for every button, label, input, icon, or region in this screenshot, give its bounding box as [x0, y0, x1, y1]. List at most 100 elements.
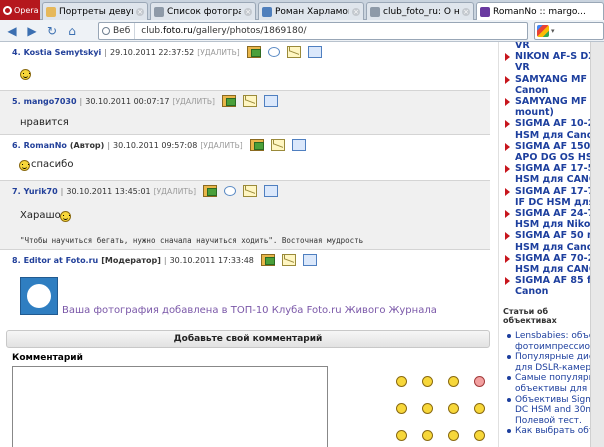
forward-arrow-icon[interactable]: ▶: [24, 23, 40, 39]
comment-number: 5.: [12, 96, 21, 106]
address-web-badge: Веб: [99, 23, 136, 39]
envelope-icon[interactable]: [243, 185, 258, 197]
smile-emoticon-icon: [19, 160, 30, 171]
reply-bubble-icon[interactable]: [267, 47, 280, 57]
message-icon[interactable]: [307, 46, 322, 58]
tab-close-icon[interactable]: ×: [244, 7, 252, 16]
comment-date: 30.10.2011 09:57:08: [113, 140, 198, 150]
message-icon[interactable]: [302, 254, 317, 266]
tab-3[interactable]: Роман Харламов ×: [258, 2, 364, 20]
top10-notice-link[interactable]: Ваша фотография добавлена в ТОП-10 Клуба…: [62, 305, 437, 316]
opera-menu-label: Opera: [14, 5, 39, 15]
red-arrow-icon: [505, 165, 510, 174]
envelope-icon[interactable]: [270, 139, 285, 151]
shocked-emoticon-icon[interactable]: [422, 403, 433, 414]
envelope-icon[interactable]: [286, 46, 301, 58]
cool-emoticon-icon[interactable]: [396, 430, 407, 441]
sad-emoticon-icon[interactable]: [448, 376, 459, 387]
delete-link[interactable]: [УДАЛИТЬ]: [154, 187, 196, 196]
reply-bubble-icon[interactable]: [224, 186, 237, 196]
search-box[interactable]: ▾: [534, 22, 604, 40]
red-arrow-icon: [505, 120, 510, 129]
tongue-emoticon-icon[interactable]: [448, 430, 459, 441]
separator: |: [163, 255, 167, 265]
confused-emoticon-icon[interactable]: [474, 403, 485, 414]
comment-date: 30.10.2011 17:33:48: [169, 255, 254, 265]
smile-emoticon-icon[interactable]: [396, 376, 407, 387]
tab-close-icon[interactable]: ×: [136, 7, 144, 16]
photos-icon[interactable]: [260, 254, 275, 266]
sidebar-lens-link[interactable]: VR: [505, 62, 530, 73]
sidebar-lens-link[interactable]: VR: [505, 42, 530, 51]
photos-icon[interactable]: [203, 185, 218, 197]
delete-link[interactable]: [УДАЛИТЬ]: [173, 97, 215, 106]
opera-menu-button[interactable]: Opera: [0, 0, 40, 20]
photos-icon[interactable]: [221, 95, 236, 107]
top10-badge-image[interactable]: [20, 277, 58, 315]
red-arrow-icon: [505, 254, 510, 263]
separator: |: [60, 186, 64, 196]
red-arrow-icon: [505, 98, 510, 106]
comment-item: 7. Yurik70 | 30.10.2011 13:45:01 [УДАЛИТ…: [0, 180, 490, 250]
tab-1[interactable]: Портреты девуше... ×: [42, 2, 148, 20]
search-dropdown-icon[interactable]: ▾: [551, 27, 555, 35]
sidebar-lens-link[interactable]: HSM для Canon: [505, 242, 600, 253]
comment-date: 29.10.2011 22:37:52: [109, 47, 195, 57]
browser-tab-bar: Opera Портреты девуше... × Список фотогр…: [0, 0, 604, 20]
comment-signature-quote: "Чтобы научиться бегать, нужно сначала н…: [20, 236, 364, 245]
article-link[interactable]: Полевой тест.: [505, 416, 582, 426]
delete-link[interactable]: [УДАЛИТЬ]: [197, 48, 239, 57]
reload-icon[interactable]: ↻: [44, 23, 60, 39]
tab-4[interactable]: club_foto_ru: О не... ×: [366, 2, 474, 20]
author-role-label: [Модератор]: [101, 255, 161, 265]
page-scrollbar[interactable]: [590, 42, 604, 447]
red-arrow-icon: [505, 53, 510, 62]
comment-number: 4.: [12, 47, 21, 57]
tab-close-icon[interactable]: ×: [462, 7, 470, 16]
sidebar-lens-link[interactable]: HSM для Nikon: [505, 219, 597, 230]
sidebar-lens-link[interactable]: HSM для Canon: [505, 130, 600, 141]
comment-textarea[interactable]: [12, 366, 328, 447]
bullet-icon: [507, 334, 511, 338]
bullet-icon: [507, 397, 511, 402]
tab-2[interactable]: Список фотограф... ×: [150, 2, 256, 20]
sidebar-lens-label: VR: [515, 62, 530, 74]
home-icon[interactable]: ⌂: [64, 23, 80, 39]
wink-emoticon-icon[interactable]: [422, 430, 433, 441]
angry-emoticon-icon[interactable]: [474, 376, 485, 387]
photos-icon[interactable]: [246, 46, 261, 58]
globe-icon: [102, 27, 110, 35]
message-icon[interactable]: [291, 139, 306, 151]
comment-header: 5. mango7030 | 30.10.2011 00:07:17 [УДАЛ…: [12, 95, 278, 107]
sidebar-lens-link[interactable]: Canon: [505, 286, 548, 297]
smile-emoticon-icon: [60, 211, 71, 222]
tab-label: Список фотограф...: [167, 6, 241, 17]
sidebar-lens-link[interactable]: mount): [505, 107, 554, 118]
message-icon[interactable]: [264, 185, 279, 197]
delete-link[interactable]: [УДАЛИТЬ]: [200, 141, 242, 150]
envelope-icon[interactable]: [242, 95, 257, 107]
comment-author-link[interactable]: RomanNo: [24, 141, 67, 150]
comment-author-link[interactable]: Kostia Semytskyi: [24, 48, 102, 57]
sidebar-lens-link[interactable]: Canon: [505, 85, 548, 96]
laugh-emoticon-icon[interactable]: [474, 430, 485, 441]
tab-label: Роман Харламов: [275, 6, 349, 17]
url-path: /gallery/photos/1869180/: [192, 26, 307, 36]
tab-5-active[interactable]: RomanNo :: margo...: [476, 2, 604, 20]
tab-close-icon[interactable]: ×: [352, 7, 360, 16]
envelope-icon[interactable]: [281, 254, 296, 266]
comment-item: 8. Editor at Foto.ru [Модератор] | 30.10…: [0, 250, 490, 274]
surprised-emoticon-icon[interactable]: [396, 403, 407, 414]
address-bar[interactable]: Веб club.foto.ru/gallery/photos/1869180/: [98, 22, 528, 40]
add-comment-header: Добавьте свой комментарий: [6, 330, 490, 348]
question-emoticon-icon[interactable]: [448, 403, 459, 414]
grin-emoticon-icon[interactable]: [422, 376, 433, 387]
comment-author-link[interactable]: Yurik70: [24, 187, 58, 196]
back-arrow-icon[interactable]: ◀: [4, 23, 20, 39]
photos-icon[interactable]: [249, 139, 264, 151]
message-icon[interactable]: [263, 95, 278, 107]
separator: |: [79, 96, 83, 106]
comment-author-link[interactable]: mango7030: [24, 97, 77, 106]
comment-author-link[interactable]: Editor at Foto.ru: [24, 256, 99, 265]
url-prefix: club.: [141, 26, 163, 36]
